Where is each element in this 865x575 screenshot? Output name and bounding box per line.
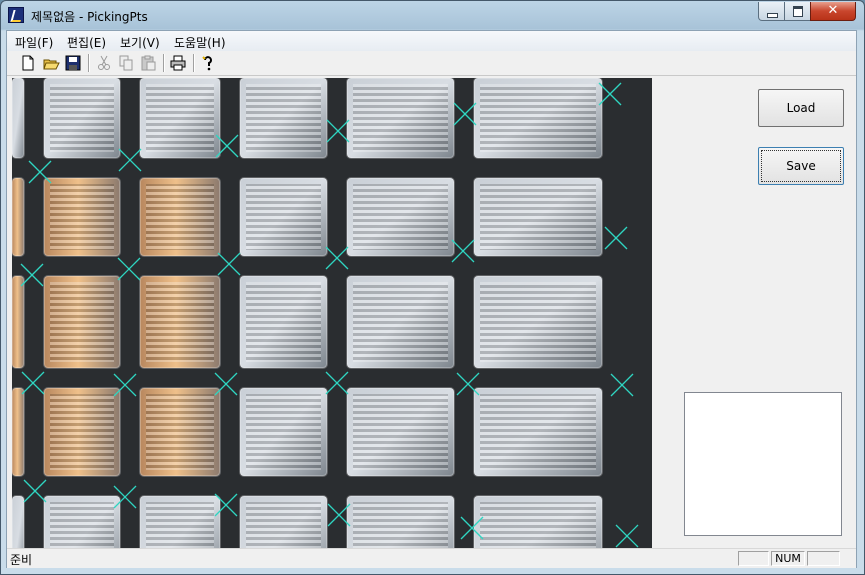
open-icon[interactable] xyxy=(42,54,60,72)
window-title: 제목없음 - PickingPts xyxy=(31,10,148,24)
app-icon xyxy=(8,7,24,23)
menu-bar: 파일(F) 편집(E) 보기(V) 도움말(H) xyxy=(7,31,856,52)
close-button[interactable]: ✕ xyxy=(810,2,856,21)
toolbar-separator xyxy=(163,54,165,72)
toolbar-separator xyxy=(193,54,195,72)
menu-help[interactable]: 도움말(H) xyxy=(174,34,226,51)
copy-icon[interactable] xyxy=(117,54,135,72)
points-listbox[interactable] xyxy=(684,392,842,536)
print-icon[interactable] xyxy=(169,54,187,72)
menu-file[interactable]: 파일(F) xyxy=(15,34,53,51)
toolbar-separator xyxy=(88,54,90,72)
minimize-button[interactable] xyxy=(758,2,785,21)
menu-view[interactable]: 보기(V) xyxy=(120,34,160,51)
load-button[interactable]: Load xyxy=(758,89,844,127)
glass-block-photo xyxy=(12,78,652,548)
status-pane-num: NUM xyxy=(771,551,805,566)
menu-edit[interactable]: 편집(E) xyxy=(67,34,106,51)
help-icon[interactable] xyxy=(199,54,217,72)
status-text: 준비 xyxy=(10,553,33,567)
toolbar xyxy=(7,51,856,76)
save-points-button[interactable]: Save xyxy=(758,147,844,185)
client-area: 파일(F) 편집(E) 보기(V) 도움말(H) Load Save 준비 NU… xyxy=(6,30,857,568)
status-bar: 준비 NUM xyxy=(7,548,856,568)
maximize-button[interactable] xyxy=(784,2,811,21)
status-pane-caps xyxy=(738,551,769,566)
close-icon: ✕ xyxy=(827,3,839,18)
status-pane-scrl xyxy=(807,551,840,566)
cut-icon[interactable] xyxy=(95,54,113,72)
save-icon[interactable] xyxy=(64,54,82,72)
app-window: 제목없음 - PickingPts ✕ 파일(F) 편집(E) 보기(V) 도움… xyxy=(0,0,865,575)
image-view[interactable] xyxy=(12,78,652,548)
new-icon[interactable] xyxy=(19,54,37,72)
paste-icon[interactable] xyxy=(139,54,157,72)
title-bar[interactable]: 제목없음 - PickingPts ✕ xyxy=(1,1,864,30)
